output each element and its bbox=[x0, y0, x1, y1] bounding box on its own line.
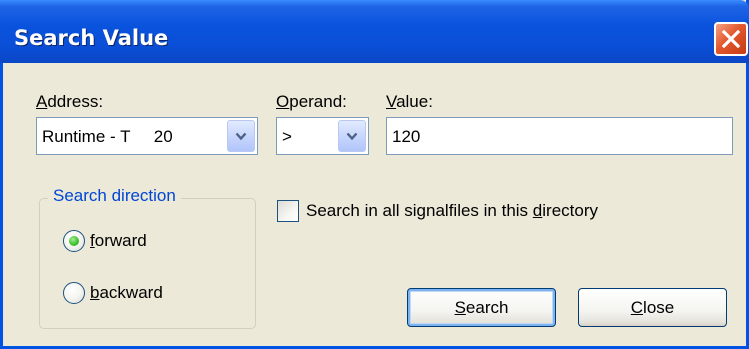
close-icon bbox=[721, 29, 741, 49]
search-direction-group bbox=[39, 198, 256, 329]
operand-dropdown[interactable]: > bbox=[276, 117, 369, 155]
value-input-text: 120 bbox=[392, 127, 421, 146]
address-selected-value: Runtime - T 20 bbox=[42, 127, 173, 146]
search-value-dialog: Search Value Address: Runtime - T 20 Ope… bbox=[0, 0, 749, 349]
address-dropdown-button[interactable] bbox=[227, 120, 255, 152]
chevron-down-icon bbox=[346, 132, 358, 141]
dialog-title: Search Value bbox=[14, 26, 169, 50]
operand-label: Operand: bbox=[276, 92, 347, 111]
search-button[interactable]: Search bbox=[407, 288, 556, 327]
operand-selected-value: > bbox=[282, 127, 292, 146]
forward-label[interactable]: forward bbox=[90, 231, 147, 251]
all-signalfiles-label[interactable]: Search in all signalfiles in this direct… bbox=[306, 201, 598, 221]
value-input[interactable]: 120 bbox=[386, 117, 733, 155]
title-bar[interactable]: Search Value bbox=[0, 0, 749, 63]
chevron-down-icon bbox=[235, 132, 247, 141]
close-window-button[interactable] bbox=[714, 22, 748, 56]
radio-selected-dot bbox=[69, 236, 79, 246]
operand-dropdown-button[interactable] bbox=[338, 120, 366, 152]
backward-label[interactable]: backward bbox=[90, 283, 163, 303]
close-button[interactable]: Close bbox=[578, 288, 727, 327]
value-label: Value: bbox=[386, 92, 433, 111]
all-signalfiles-checkbox[interactable] bbox=[277, 200, 299, 222]
address-label: Address: bbox=[36, 92, 104, 111]
search-direction-title: Search direction bbox=[48, 186, 181, 206]
backward-radio[interactable] bbox=[63, 282, 85, 304]
address-dropdown[interactable]: Runtime - T 20 bbox=[36, 117, 258, 155]
forward-radio[interactable] bbox=[63, 230, 85, 252]
